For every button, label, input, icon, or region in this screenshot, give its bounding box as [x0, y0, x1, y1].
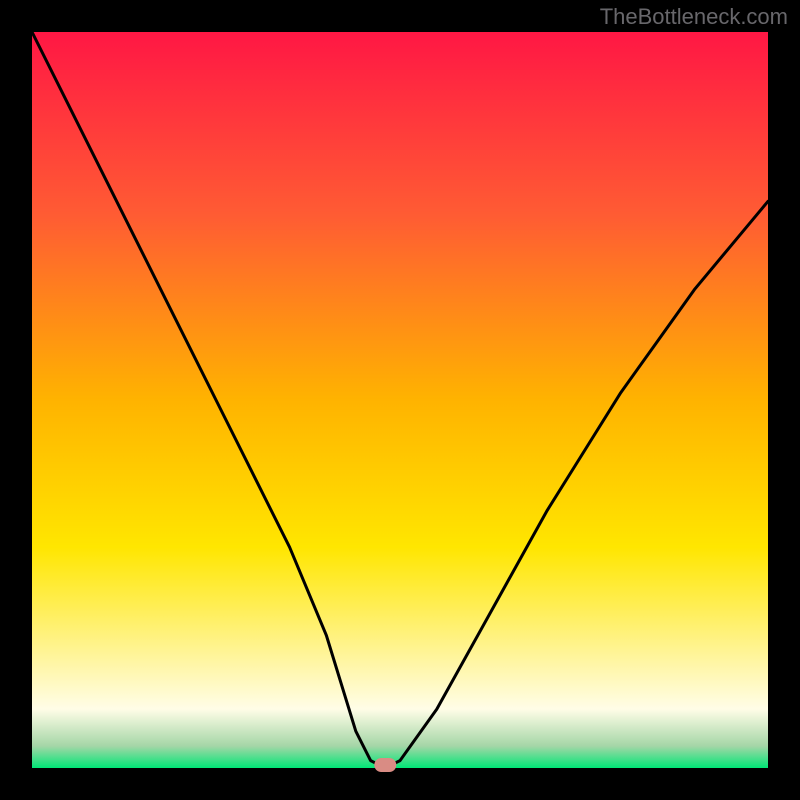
chart-svg	[0, 0, 800, 800]
watermark-text: TheBottleneck.com	[600, 4, 788, 30]
plot-area	[32, 32, 768, 768]
chart-root: TheBottleneck.com	[0, 0, 800, 800]
optimum-marker	[374, 758, 396, 772]
